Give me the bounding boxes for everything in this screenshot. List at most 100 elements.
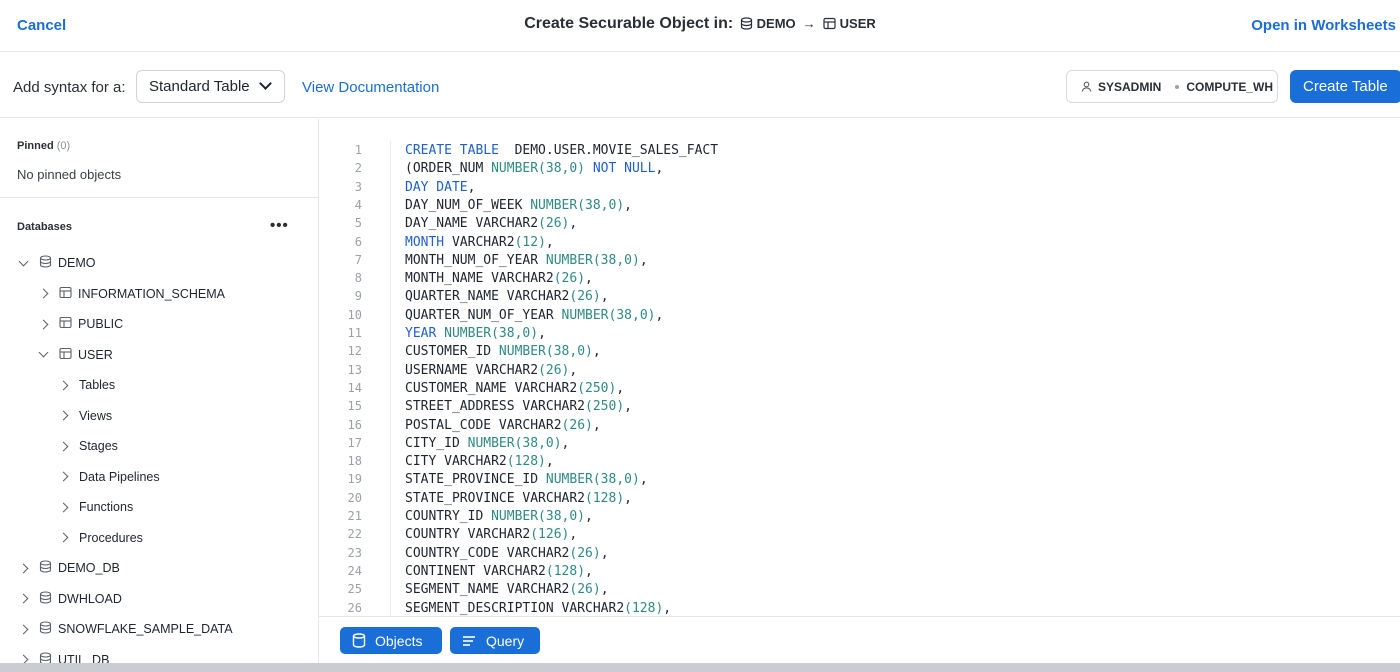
breadcrumb: DEMO → USER xyxy=(740,16,876,31)
create-table-button[interactable]: Create Table xyxy=(1290,70,1400,103)
chevron-right-icon[interactable] xyxy=(58,410,69,421)
chevron-right-icon[interactable] xyxy=(18,593,29,604)
code-text: DAY_NUM_OF_WEEK NUMBER(38,0), xyxy=(405,198,632,213)
chevron-right-icon[interactable] xyxy=(38,319,49,329)
code-text: SEGMENT_NAME VARCHAR2(26), xyxy=(405,582,609,597)
code-line: 3 DAY DATE, xyxy=(320,180,1400,198)
code-text: MONTH_NAME VARCHAR2(26), xyxy=(405,271,593,286)
chevron-right-icon[interactable] xyxy=(38,288,49,299)
sql-token: QUARTER_NUM_OF_YEAR xyxy=(405,307,562,323)
code-text: DAY DATE, xyxy=(405,180,475,195)
context-selector[interactable]: SYSADMIN COMPUTE_WH xyxy=(1066,70,1278,103)
code-text: COUNTRY_CODE VARCHAR2(26), xyxy=(405,546,609,561)
code-text: QUARTER_NUM_OF_YEAR NUMBER(38,0), xyxy=(405,308,663,323)
code-line: 4 DAY_NUM_OF_WEEK NUMBER(38,0), xyxy=(320,198,1400,216)
code-text: DAY_NAME VARCHAR2(26), xyxy=(405,216,577,231)
sql-token: MONTH_NAME VARCHAR2 xyxy=(405,271,554,287)
tree-item-demo-db[interactable]: DEMO_DB xyxy=(18,557,120,579)
tree-item-information-schema[interactable]: INFORMATION_SCHEMA xyxy=(38,283,225,305)
chevron-right-icon[interactable] xyxy=(58,441,69,451)
tree-item-procedures[interactable]: Procedures xyxy=(58,527,143,549)
sql-token: , xyxy=(569,216,578,232)
sql-keyword: DAY DATE xyxy=(405,179,468,195)
sql-token: , xyxy=(600,545,609,561)
tree-item-label: Tables xyxy=(79,378,116,392)
line-number: 10 xyxy=(347,307,362,322)
tree-item-views[interactable]: Views xyxy=(58,405,112,427)
tree-item-dwhload[interactable]: DWHLOAD xyxy=(18,588,122,610)
sql-editor[interactable]: 1 CREATE TABLE DEMO.USER.MOVIE_SALES_FACT… xyxy=(320,119,1400,616)
line-number: 9 xyxy=(354,289,362,304)
tree-item-data-pipelines[interactable]: Data Pipelines xyxy=(58,466,160,488)
sql-token: , xyxy=(655,307,664,323)
tree-item-user[interactable]: USER xyxy=(38,344,113,366)
code-line: 14 CUSTOMER_NAME VARCHAR2(250), xyxy=(320,381,1400,399)
sql-token: , xyxy=(600,289,609,305)
chevron-right-icon[interactable] xyxy=(58,502,69,512)
sql-token: QUARTER_NAME VARCHAR2 xyxy=(405,289,570,305)
database-icon xyxy=(352,633,366,648)
tree-item-tables[interactable]: Tables xyxy=(58,374,116,396)
object-type-value: Standard Table xyxy=(149,78,250,95)
chevron-right-icon[interactable] xyxy=(58,380,69,390)
sql-type: (128) xyxy=(624,600,664,616)
sql-keyword: YEAR xyxy=(405,326,437,341)
code-line: 16 POSTAL_CODE VARCHAR2(26), xyxy=(320,418,1400,436)
sql-type: NUMBER(38,0) xyxy=(530,197,625,213)
sql-type: NUMBER(38,0) xyxy=(491,161,586,177)
sql-token: , xyxy=(639,472,648,488)
code-line: 20 STATE_PROVINCE VARCHAR2(128), xyxy=(320,491,1400,509)
chevron-right-icon[interactable] xyxy=(58,532,69,543)
code-text: CUSTOMER_ID NUMBER(38,0), xyxy=(405,344,601,359)
pinned-count: (0) xyxy=(56,140,71,152)
code-line: 18 CITY VARCHAR2(128), xyxy=(320,454,1400,472)
chevron-right-icon[interactable] xyxy=(58,471,69,482)
line-number: 15 xyxy=(347,399,362,414)
horizontal-scrollbar[interactable] xyxy=(0,663,1400,672)
pinned-empty-text: No pinned objects xyxy=(17,167,122,182)
code-line: 19 STATE_PROVINCE_ID NUMBER(38,0), xyxy=(320,472,1400,490)
code-line: 8 MONTH_NAME VARCHAR2(26), xyxy=(320,271,1400,289)
code-text: STATE_PROVINCE_ID NUMBER(38,0), xyxy=(405,472,648,487)
sql-type: (26) xyxy=(538,216,570,232)
sql-token: POSTAL_CODE VARCHAR2 xyxy=(405,417,562,433)
object-type-select[interactable]: Standard Table xyxy=(136,70,285,103)
tree-item-functions[interactable]: Functions xyxy=(58,496,133,518)
tree-item-demo[interactable]: DEMO xyxy=(18,252,96,274)
role-name: SYSADMIN xyxy=(1098,79,1162,94)
line-number: 16 xyxy=(347,417,362,432)
tree-item-public[interactable]: PUBLIC xyxy=(38,313,123,335)
sql-token: SEGMENT_NAME VARCHAR2 xyxy=(405,582,570,598)
more-options-icon[interactable]: ••• xyxy=(270,217,289,234)
database-icon xyxy=(740,17,752,30)
database-icon xyxy=(39,621,52,637)
code-text: MONTH VARCHAR2(12), xyxy=(405,235,554,250)
sql-token: , xyxy=(585,563,593,579)
open-in-worksheets-link[interactable]: Open in Worksheets xyxy=(1251,17,1396,34)
separator-dot xyxy=(1175,84,1180,89)
chevron-right-icon[interactable] xyxy=(18,563,29,573)
query-tab-button[interactable]: Query xyxy=(450,627,540,654)
sql-token: (ORDER_NUM xyxy=(405,161,492,177)
schema-icon xyxy=(59,316,72,332)
view-documentation-link[interactable]: View Documentation xyxy=(302,79,439,96)
tree-item-stages[interactable]: Stages xyxy=(58,435,118,457)
code-line: 9 QUARTER_NAME VARCHAR2(26), xyxy=(320,289,1400,307)
sql-keyword: CREATE TABLE xyxy=(405,143,499,158)
sql-token: STATE_PROVINCE_ID xyxy=(405,472,546,488)
line-number: 22 xyxy=(347,527,362,542)
tree-item-snowflake-sample-data[interactable]: SNOWFLAKE_SAMPLE_DATA xyxy=(18,618,233,640)
chevron-right-icon[interactable] xyxy=(18,624,29,634)
code-line: 22 COUNTRY VARCHAR2(126), xyxy=(320,527,1400,545)
sql-token: VARCHAR2 xyxy=(444,234,515,250)
line-number: 23 xyxy=(347,545,362,560)
sql-type: (26) xyxy=(553,271,586,287)
chevron-down-icon[interactable] xyxy=(18,256,29,266)
sql-type: (26) xyxy=(561,417,593,433)
objects-tab-button[interactable]: Objects xyxy=(340,627,442,654)
sql-token: , xyxy=(561,435,570,451)
sql-token: , xyxy=(585,271,593,287)
chevron-down-icon[interactable] xyxy=(38,347,49,358)
sql-token: , xyxy=(639,252,648,268)
sql-token: , xyxy=(569,362,578,378)
